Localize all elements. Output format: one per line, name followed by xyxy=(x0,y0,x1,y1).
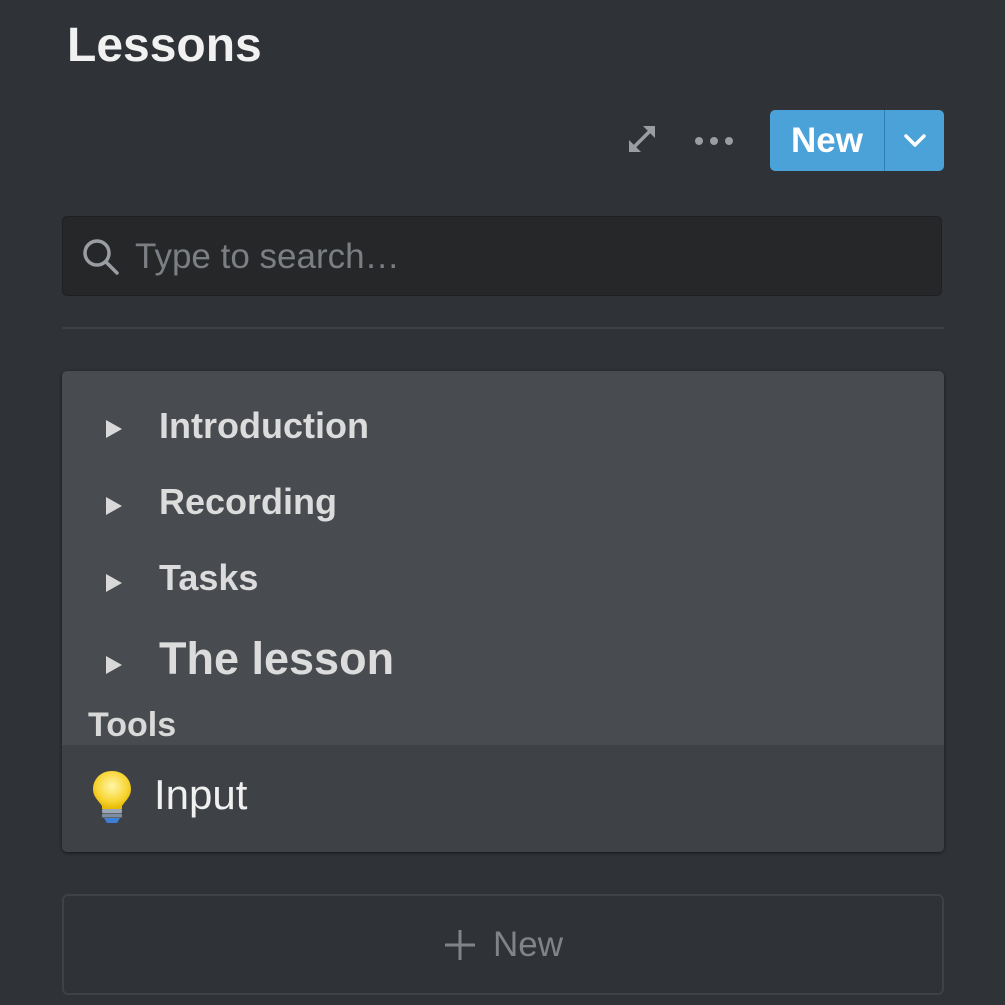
page-title: Lessons xyxy=(67,19,262,72)
more-dots-icon[interactable] xyxy=(693,131,735,151)
new-dropdown-button[interactable] xyxy=(885,110,944,171)
section-label-tools: Tools xyxy=(88,706,177,744)
chevron-down-icon xyxy=(903,133,926,147)
toggle-arrow-icon[interactable] xyxy=(106,497,122,515)
toggle-arrow-icon[interactable] xyxy=(106,420,122,438)
plus-icon xyxy=(444,929,475,960)
new-button[interactable]: New xyxy=(770,110,884,171)
search-icon xyxy=(83,239,119,275)
light-bulb-icon xyxy=(93,771,131,823)
expand-arrows-icon[interactable] xyxy=(624,121,660,157)
toggle-item-the-lesson[interactable]: The lesson xyxy=(62,623,944,701)
add-new-button[interactable]: New xyxy=(62,894,944,995)
search-box xyxy=(62,216,942,297)
toggle-label: The lesson xyxy=(159,633,395,684)
add-new-label: New xyxy=(492,924,564,964)
divider xyxy=(62,327,944,329)
page: Lessons New Intro xyxy=(0,0,1005,1005)
lessons-card: Introduction Recording Tasks The lesson … xyxy=(62,371,944,852)
toggle-label: Tasks xyxy=(159,557,259,598)
search-input[interactable] xyxy=(133,217,927,297)
toggle-item-recording[interactable]: Recording xyxy=(62,469,944,533)
toggle-arrow-icon[interactable] xyxy=(106,656,122,674)
tool-item-input[interactable]: Input xyxy=(62,745,944,852)
toggle-arrow-icon[interactable] xyxy=(106,574,122,592)
tool-item-label: Input xyxy=(154,771,248,818)
toggle-label: Recording xyxy=(159,481,338,522)
toggle-item-tasks[interactable]: Tasks xyxy=(62,547,944,611)
toggle-item-introduction[interactable]: Introduction xyxy=(62,391,944,455)
new-split-button: New xyxy=(770,110,944,171)
toggle-label: Introduction xyxy=(159,405,369,446)
